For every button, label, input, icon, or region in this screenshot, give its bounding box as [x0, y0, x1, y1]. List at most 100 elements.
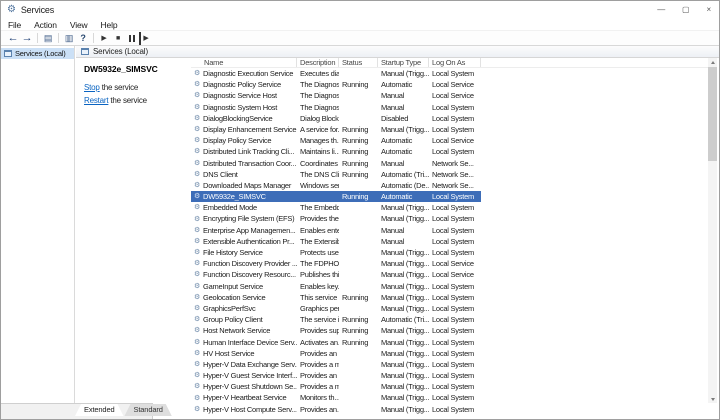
service-name-text: Hyper-V Data Exchange Serv...: [203, 359, 297, 370]
service-name-text: Diagnostic Execution Service: [203, 68, 293, 79]
tab-standard[interactable]: Standard: [125, 404, 172, 416]
restart-service-link[interactable]: Restart the service: [84, 96, 191, 105]
scroll-down-icon[interactable]: [708, 395, 717, 403]
cell-startup-type: Automatic (Tri...: [378, 169, 429, 180]
table-row[interactable]: ⚙Hyper-V Data Exchange Serv...Provides a…: [191, 359, 481, 370]
menu-action[interactable]: Action: [34, 20, 57, 30]
service-gear-icon: ⚙: [194, 271, 200, 278]
service-gear-icon: ⚙: [194, 81, 200, 88]
table-row[interactable]: ⚙Human Interface Device Serv...Activates…: [191, 337, 481, 348]
show-console-tree-icon[interactable]: ▤: [41, 32, 55, 45]
menu-file[interactable]: File: [8, 20, 21, 30]
menu-view[interactable]: View: [70, 20, 88, 30]
back-icon[interactable]: ←: [6, 32, 20, 45]
table-row[interactable]: ⚙Diagnostic Service HostThe Diagnos...Ma…: [191, 90, 481, 101]
table-row[interactable]: ⚙Hyper-V Heartbeat ServiceMonitors th...…: [191, 392, 481, 403]
table-row[interactable]: ⚙Function Discovery Provider ...The FDPH…: [191, 258, 481, 269]
table-row[interactable]: ⚙Distributed Transaction Coor...Coordina…: [191, 158, 481, 169]
table-row[interactable]: ⚙Display Enhancement ServiceA service fo…: [191, 124, 481, 135]
table-row[interactable]: ⚙Function Discovery Resourc...Publishes …: [191, 269, 481, 280]
services-app-icon: ⚙: [7, 5, 16, 15]
cell-description: The Diagnos...: [297, 90, 339, 101]
column-header-description[interactable]: Description: [297, 58, 339, 67]
stop-service-link[interactable]: Stop the service: [84, 83, 191, 92]
table-row[interactable]: ⚙Diagnostic Execution ServiceExecutes di…: [191, 68, 481, 79]
table-row[interactable]: ⚙HV Host ServiceProvides an i...Manual (…: [191, 348, 481, 359]
cell-description: The Extensib...: [297, 236, 339, 247]
pause-service-icon[interactable]: [125, 32, 139, 45]
service-gear-icon: ⚙: [194, 294, 200, 301]
cell-startup-type: Manual (Trigg...: [378, 292, 429, 303]
service-gear-icon: ⚙: [194, 406, 200, 413]
service-name-text: Diagnostic Policy Service: [203, 79, 281, 90]
close-icon[interactable]: ×: [706, 6, 711, 14]
cell-startup-type: Manual (Trigg...: [378, 303, 429, 314]
cell-log-on-as: Local System: [429, 146, 481, 157]
cell-status: Running: [339, 124, 378, 135]
table-row[interactable]: ⚙Distributed Link Tracking Cli...Maintai…: [191, 146, 481, 157]
stop-service-icon[interactable]: ■: [111, 32, 125, 45]
cell-log-on-as: Local System: [429, 225, 481, 236]
table-row[interactable]: ⚙Extensible Authentication Pr...The Exte…: [191, 236, 481, 247]
table-row[interactable]: ⚙Encrypting File System (EFS)Provides th…: [191, 213, 481, 224]
maximize-icon[interactable]: ▢: [682, 6, 689, 14]
cell-startup-type: Manual (Trigg...: [378, 247, 429, 258]
service-gear-icon: ⚙: [194, 104, 200, 111]
table-row[interactable]: ⚙Hyper-V Host Compute Serv...Provides an…: [191, 404, 481, 415]
column-header-log-on-as[interactable]: Log On As: [429, 58, 481, 67]
cell-status: Running: [339, 135, 378, 146]
scroll-up-icon[interactable]: [708, 58, 717, 66]
service-name-text: GameInput Service: [203, 281, 263, 292]
table-row[interactable]: ⚙Embedded ModeThe Embedd...Manual (Trigg…: [191, 202, 481, 213]
forward-icon[interactable]: →: [20, 32, 34, 45]
cell-startup-type: Manual: [378, 158, 429, 169]
table-row[interactable]: ⚙GameInput ServiceEnables key...Manual (…: [191, 281, 481, 292]
cell-description: The DNS Cli...: [297, 169, 339, 180]
restart-link-text: Restart: [84, 96, 108, 105]
properties-icon[interactable]: ▥: [62, 32, 76, 45]
table-row[interactable]: ⚙Downloaded Maps ManagerWindows ser...Au…: [191, 180, 481, 191]
column-header-startup-type[interactable]: Startup Type: [378, 58, 429, 67]
start-service-icon[interactable]: ▶: [97, 32, 111, 45]
toolbar: ← → ▤ ▥ ? ▶ ■ ▶: [1, 31, 719, 46]
table-row[interactable]: ⚙Display Policy ServiceManages th...Runn…: [191, 135, 481, 146]
table-row[interactable]: ⚙Diagnostic System HostThe Diagnos...Man…: [191, 102, 481, 113]
service-name-text: Host Network Service: [203, 325, 270, 336]
table-row[interactable]: ⚙Group Policy ClientThe service i...Runn…: [191, 314, 481, 325]
restart-service-icon[interactable]: ▶: [139, 32, 149, 45]
table-row[interactable]: ⚙DialogBlockingServiceDialog Block...Dis…: [191, 113, 481, 124]
cell-description: Monitors th...: [297, 392, 339, 403]
help-icon[interactable]: ?: [76, 32, 90, 45]
service-name-text: Hyper-V Guest Shutdown Se...: [203, 381, 297, 392]
cell-startup-type: Manual: [378, 90, 429, 101]
cell-status: Running: [339, 79, 378, 90]
vertical-scrollbar[interactable]: [708, 58, 717, 403]
service-gear-icon: ⚙: [194, 339, 200, 346]
table-row[interactable]: ⚙GraphicsPerfSvcGraphics per...Manual (T…: [191, 303, 481, 314]
cell-name: ⚙Hyper-V Data Exchange Serv...: [191, 359, 297, 370]
table-row[interactable]: ⚙Enterprise App Managemen...Enables ente…: [191, 225, 481, 236]
minimize-icon[interactable]: —: [657, 6, 665, 14]
service-name-text: Downloaded Maps Manager: [203, 180, 291, 191]
cell-description: The Embedd...: [297, 202, 339, 213]
tab-extended[interactable]: Extended: [75, 404, 124, 416]
table-row[interactable]: ⚙Hyper-V Guest Shutdown Se...Provides a …: [191, 381, 481, 392]
result-pane-title: Services (Local): [93, 47, 148, 56]
service-gear-icon: ⚙: [194, 383, 200, 390]
table-row[interactable]: ⚙Host Network ServiceProvides sup...Runn…: [191, 325, 481, 336]
cell-log-on-as: Local System: [429, 102, 481, 113]
column-header-status[interactable]: Status: [339, 58, 378, 67]
scrollbar-thumb[interactable]: [708, 67, 717, 161]
menu-help[interactable]: Help: [101, 20, 118, 30]
table-row[interactable]: ⚙Hyper-V Guest Service Interf...Provides…: [191, 370, 481, 381]
table-row[interactable]: ⚙Geolocation ServiceThis service ...Runn…: [191, 292, 481, 303]
service-gear-icon: ⚙: [194, 126, 200, 133]
table-row[interactable]: ⚙DNS ClientThe DNS Cli...RunningAutomati…: [191, 169, 481, 180]
table-row[interactable]: ⚙Diagnostic Policy ServiceThe Diagnos...…: [191, 79, 481, 90]
cell-status: Running: [339, 146, 378, 157]
column-header-name[interactable]: Name: [191, 58, 297, 67]
toolbar-separator: [58, 33, 59, 43]
table-row[interactable]: ⚙File History ServiceProtects user...Man…: [191, 247, 481, 258]
tree-node-services-local[interactable]: Services (Local): [1, 48, 74, 59]
table-row[interactable]: ⚙DW5932e_SIMSVCRunningAutomaticLocal Sys…: [191, 191, 481, 202]
